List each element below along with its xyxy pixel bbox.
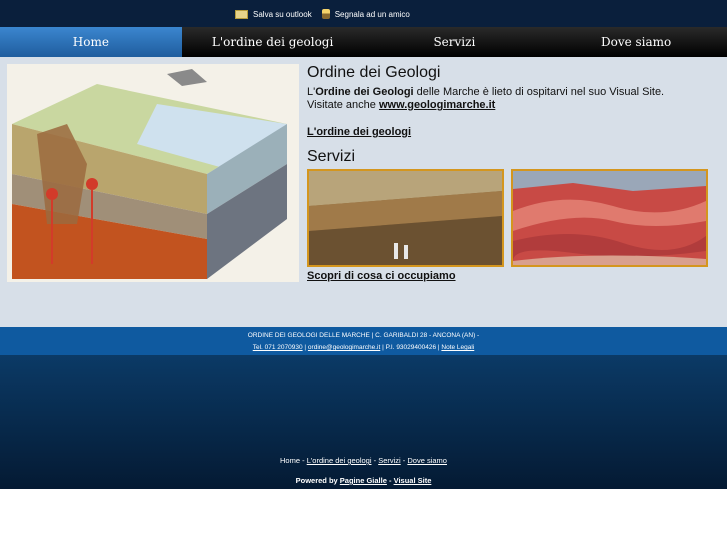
visual-site-link[interactable]: Visual Site xyxy=(394,476,432,485)
nav-tab-home[interactable]: Home xyxy=(0,27,182,57)
footer-contact-line: Tel. 071 2070930 | ordine@geologimarche.… xyxy=(0,342,727,354)
top-bar: Salva su outlook Segnala ad un amico xyxy=(0,0,727,27)
website-link[interactable]: www.geologimarche.it xyxy=(379,99,495,111)
badlands-photo[interactable] xyxy=(511,169,708,267)
ordine-link[interactable]: L'ordine dei geologi xyxy=(307,126,411,138)
content-area: Ordine dei Geologi L'Ordine dei Geologi … xyxy=(0,57,727,327)
servizi-heading: Servizi xyxy=(307,148,356,165)
footer-bottom: Home - L'ordine dei geologi - Servizi - … xyxy=(0,355,727,489)
pagine-gialle-link[interactable]: Pagine Gialle xyxy=(340,476,387,485)
powered-label: Powered by xyxy=(295,476,340,485)
main-nav: Home L'ordine dei geologi Servizi Dove s… xyxy=(0,27,727,57)
footer-nav: Home - L'ordine dei geologi - Servizi - … xyxy=(0,456,727,465)
footer-nav-servizi[interactable]: Servizi xyxy=(378,456,401,465)
footer-nav-dove[interactable]: Dove siamo xyxy=(407,456,447,465)
nav-tab-servizi[interactable]: Servizi xyxy=(364,27,546,57)
footer-org-line: ORDINE DEI GEOLOGI DELLE MARCHE | C. GAR… xyxy=(247,332,480,339)
main-column: Ordine dei Geologi L'Ordine dei Geologi … xyxy=(307,64,717,282)
share-friend-label: Segnala ad un amico xyxy=(334,9,410,19)
share-friend-link[interactable]: Segnala ad un amico xyxy=(321,9,410,19)
intro-rest: delle Marche è lieto di ospitarvi nel su… xyxy=(413,86,665,98)
save-outlook-label: Salva su outlook xyxy=(253,9,312,19)
footer-tel-link[interactable]: Tel. 071 2070930 xyxy=(253,344,303,351)
footer-nav-sep: - xyxy=(300,456,307,465)
top-links: Salva su outlook Segnala ad un amico xyxy=(235,9,410,19)
footer-piva: | P.I. 93029400426 | xyxy=(380,344,442,351)
footer-nav-home[interactable]: Home xyxy=(280,456,300,465)
intro-bold: Ordine dei Geologi xyxy=(315,86,414,98)
nav-tab-ordine[interactable]: L'ordine dei geologi xyxy=(182,27,364,57)
nav-tab-dove-siamo[interactable]: Dove siamo xyxy=(545,27,727,57)
geology-diagram-image xyxy=(7,64,299,282)
intro-prefix: L' xyxy=(307,86,316,98)
photos-row xyxy=(307,169,717,267)
footer-info: ORDINE DEI GEOLOGI DELLE MARCHE | C. GAR… xyxy=(0,327,727,355)
scopri-link[interactable]: Scopri di cosa ci occupiamo xyxy=(307,270,456,282)
powered-dash: - xyxy=(386,476,394,485)
footer-email-link[interactable]: ordine@geologimarche.it xyxy=(308,344,380,351)
page-title: Ordine dei Geologi xyxy=(307,64,441,81)
excavation-photo[interactable] xyxy=(307,169,504,267)
intro-text: L'Ordine dei Geologi delle Marche è liet… xyxy=(307,86,717,112)
visit-prefix: Visitate anche xyxy=(307,99,379,111)
footer-nav-ordine[interactable]: L'ordine dei geologi xyxy=(307,456,372,465)
footer-note-link[interactable]: Note Legali xyxy=(441,344,474,351)
save-outlook-link[interactable]: Salva su outlook xyxy=(235,9,312,19)
person-icon xyxy=(321,9,330,19)
powered-by: Powered by Pagine Gialle - Visual Site xyxy=(0,476,727,485)
mail-icon xyxy=(235,9,248,19)
